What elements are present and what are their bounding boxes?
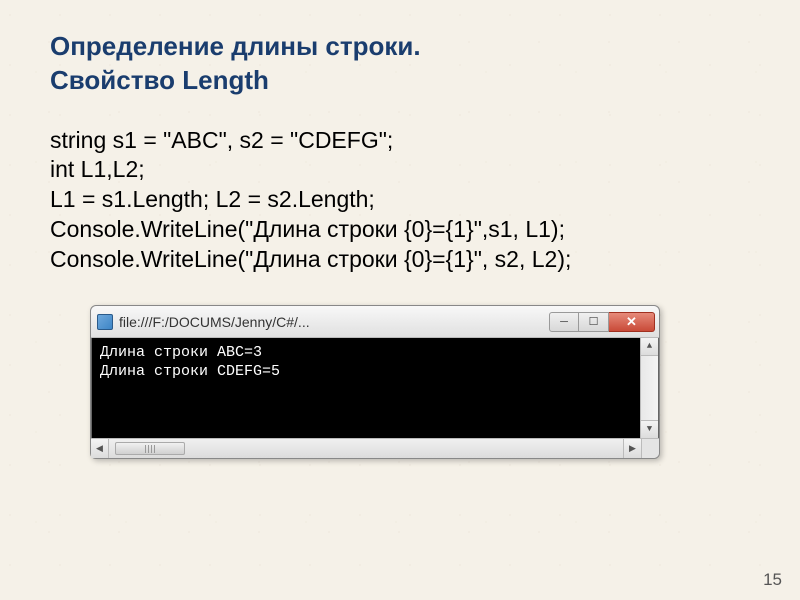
window-title: file:///F:/DOCUMS/Jenny/C#/...	[119, 314, 549, 330]
slide: Определение длины строки. Свойство Lengt…	[0, 0, 800, 459]
console-output: Длина строки ABC=3 Длина строки CDEFG=5 …	[91, 338, 659, 438]
code-line: Console.WriteLine("Длина строки {0}={1}"…	[50, 216, 565, 242]
console-line: Длина строки ABC=3	[100, 344, 650, 363]
window-titlebar: file:///F:/DOCUMS/Jenny/C#/... ─ ☐ ✕	[91, 306, 659, 338]
page-number: 15	[763, 570, 782, 590]
app-icon	[97, 314, 113, 330]
heading-line-1: Определение длины строки.	[50, 30, 760, 64]
console-line: Длина строки CDEFG=5	[100, 363, 650, 382]
code-line: L1 = s1.Length; L2 = s2.Length;	[50, 186, 375, 212]
code-line: string s1 = "ABC", s2 = "CDEFG";	[50, 127, 393, 153]
scroll-up-icon[interactable]: ▲	[641, 338, 658, 356]
close-button[interactable]: ✕	[609, 312, 655, 332]
scroll-thumb[interactable]	[115, 442, 185, 455]
heading-line-2: Свойство Length	[50, 64, 760, 98]
code-line: int L1,L2;	[50, 156, 145, 182]
scroll-track[interactable]	[641, 356, 658, 420]
slide-heading: Определение длины строки. Свойство Lengt…	[50, 30, 760, 98]
minimize-button[interactable]: ─	[549, 312, 579, 332]
horizontal-scrollbar[interactable]: ◀ ▶	[91, 438, 659, 458]
maximize-button[interactable]: ☐	[579, 312, 609, 332]
scroll-down-icon[interactable]: ▼	[641, 420, 658, 438]
window-controls: ─ ☐ ✕	[549, 312, 655, 332]
scroll-right-icon[interactable]: ▶	[623, 439, 641, 458]
code-line: Console.WriteLine("Длина строки {0}={1}"…	[50, 246, 571, 272]
scroll-corner	[641, 439, 659, 458]
scroll-left-icon[interactable]: ◀	[91, 439, 109, 458]
scroll-track[interactable]	[109, 439, 623, 458]
code-block: string s1 = "ABC", s2 = "CDEFG"; int L1,…	[50, 126, 760, 275]
vertical-scrollbar[interactable]: ▲ ▼	[640, 338, 658, 438]
console-window: file:///F:/DOCUMS/Jenny/C#/... ─ ☐ ✕ Дли…	[90, 305, 660, 459]
